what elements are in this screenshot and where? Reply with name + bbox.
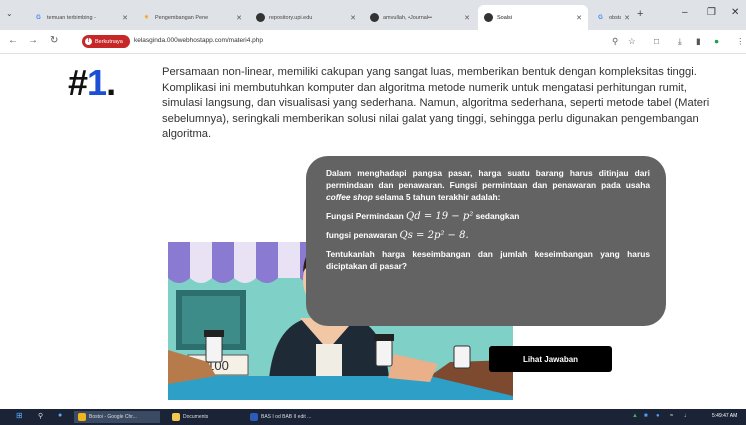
question-card: Dalam menghadapi pangsa pasar, harga sua… bbox=[306, 156, 666, 326]
taskbar-item-label: BAS I od BAB II edit ... bbox=[261, 414, 312, 420]
close-tab-icon[interactable]: ✕ bbox=[236, 14, 242, 22]
search-icon[interactable]: ⚲ bbox=[38, 412, 43, 420]
windows-start-icon[interactable]: ⊞ bbox=[16, 411, 23, 420]
volume-icon[interactable]: ♩ bbox=[684, 413, 690, 419]
close-tab-icon[interactable]: ✕ bbox=[122, 14, 128, 22]
question-task: Tentukanlah harga keseimbangan dan jumla… bbox=[326, 249, 650, 272]
tray-app-icon[interactable]: ▲ bbox=[632, 413, 638, 419]
reload-icon[interactable]: ↻ bbox=[50, 35, 58, 46]
browser-tab[interactable]: ✴ Pengembangan Pene ✕ bbox=[136, 5, 248, 30]
section-number-heading: #1. bbox=[68, 62, 116, 104]
heading-hash: # bbox=[68, 62, 88, 103]
taskbar-item-chrome[interactable]: Bostoi - Google Chr... bbox=[74, 411, 160, 423]
taskbar-item-documents[interactable]: Documents bbox=[168, 411, 238, 423]
tab-title: Pengembangan Pene bbox=[155, 14, 209, 21]
google-icon: G bbox=[36, 14, 41, 21]
tab-title: amvullah, •Journal•• bbox=[383, 14, 432, 21]
address-bar[interactable]: kelasginda.000webhostapp.com/materi4.php bbox=[134, 37, 263, 44]
demand-formula: Qd = 19 − p² bbox=[406, 210, 474, 222]
taskbar-item-label: Documents bbox=[183, 414, 209, 420]
security-badge[interactable]: ! Berkutnaya bbox=[82, 35, 130, 48]
question-text: selama 5 tahun terakhir adalah: bbox=[372, 192, 501, 203]
sidebar-icon[interactable]: ▮ bbox=[696, 36, 701, 47]
chrome-app-icon bbox=[78, 413, 86, 421]
close-tab-icon[interactable]: ✕ bbox=[624, 14, 630, 22]
question-text-em: coffee shop bbox=[326, 192, 373, 203]
heading-number: 1 bbox=[87, 62, 107, 103]
tab-title: repository.upi.edu bbox=[269, 14, 313, 21]
demand-function: Fungsi Permindaan Qd = 19 − p² sedangkan bbox=[326, 210, 650, 223]
supply-label: fungsi penawaran bbox=[326, 229, 400, 240]
taskbar-clock[interactable]: 5:49:47 AM bbox=[712, 413, 737, 419]
tray-app-icon[interactable]: ■ bbox=[644, 413, 648, 419]
browser-tab[interactable]: G temuan terbimbing - ✕ bbox=[28, 5, 134, 30]
restore-icon[interactable]: ❐ bbox=[707, 7, 716, 18]
google-icon: G bbox=[598, 14, 603, 21]
tab-title: obstacle korena meo bbox=[609, 14, 621, 21]
site-icon: ✴ bbox=[143, 15, 150, 21]
word-icon bbox=[250, 413, 258, 421]
warning-icon: ! bbox=[85, 38, 92, 45]
minimize-icon[interactable]: – bbox=[682, 7, 688, 18]
tray-app-icon[interactable]: ● bbox=[656, 413, 660, 419]
bookmark-star-icon[interactable]: ☆ bbox=[628, 36, 636, 47]
intro-paragraph: Persamaan non-linear, memiliki cakupan y… bbox=[162, 66, 710, 141]
demand-suffix: sedangkan bbox=[473, 210, 520, 221]
question-intro: Dalam menghadapi pangsa pasar, harga sua… bbox=[326, 167, 650, 204]
site-icon bbox=[370, 13, 379, 22]
browser-tab-bar: ⌄ G temuan terbimbing - ✕ ✴ Pengembangan… bbox=[0, 0, 746, 30]
close-tab-icon[interactable]: ✕ bbox=[576, 14, 582, 22]
new-tab-plus-icon[interactable]: + bbox=[637, 8, 643, 20]
taskbar: ⊞ ⚲ ● Bostoi - Google Chr... Documents B… bbox=[0, 409, 746, 425]
browser-tab[interactable]: repository.upi.edu ✕ bbox=[250, 5, 362, 30]
heading-dot: . bbox=[106, 62, 116, 103]
close-tab-icon[interactable]: ✕ bbox=[464, 14, 470, 22]
tab-title: Soalsi bbox=[497, 14, 512, 21]
extensions-icon[interactable]: □ bbox=[654, 36, 659, 46]
supply-formula: Qs = 2p² − 8. bbox=[399, 229, 469, 241]
taskbar-item-label: Bostoi - Google Chr... bbox=[89, 414, 137, 420]
tab-list-chevron-icon[interactable]: ⌄ bbox=[6, 9, 13, 18]
chrome-icon[interactable]: ● bbox=[58, 412, 62, 419]
site-icon bbox=[256, 13, 265, 22]
browser-tab[interactable]: amvullah, •Journal•• ✕ bbox=[364, 5, 476, 30]
browser-toolbar: ← → ↻ ! Berkutnaya kelasginda.000webhost… bbox=[0, 30, 746, 54]
close-window-icon[interactable]: ✕ bbox=[731, 7, 739, 18]
profile-avatar-icon[interactable]: ● bbox=[714, 36, 719, 46]
badge-label: Berkutnaya bbox=[95, 38, 123, 45]
demand-label: Fungsi Permindaan bbox=[326, 210, 407, 221]
question-text: Dalam menghadapi pangsa pasar, harga sua… bbox=[326, 168, 650, 191]
show-answer-button[interactable]: Lihat Jawaban bbox=[489, 346, 612, 372]
taskbar-item-word[interactable]: BAS I od BAB II edit ... bbox=[246, 411, 334, 423]
supply-function: fungsi penawaran Qs = 2p² − 8. bbox=[326, 229, 650, 242]
site-icon bbox=[484, 13, 493, 22]
browser-tab[interactable]: G obstacle korena meo ✕ bbox=[590, 5, 636, 30]
awning bbox=[168, 242, 318, 283]
browser-tab-active[interactable]: Soalsi ✕ bbox=[478, 5, 588, 30]
download-icon[interactable]: ⤓ bbox=[678, 36, 682, 47]
close-tab-icon[interactable]: ✕ bbox=[350, 14, 356, 22]
back-arrow-icon[interactable]: ← bbox=[8, 35, 18, 46]
folder-icon bbox=[172, 413, 180, 421]
zoom-icon[interactable]: ⚲ bbox=[612, 36, 618, 47]
network-icon[interactable]: ≈ bbox=[670, 413, 673, 419]
tab-title: temuan terbimbing - bbox=[47, 14, 96, 21]
forward-arrow-icon[interactable]: → bbox=[28, 35, 38, 46]
menu-kebab-icon[interactable]: ⋮ bbox=[736, 36, 745, 47]
